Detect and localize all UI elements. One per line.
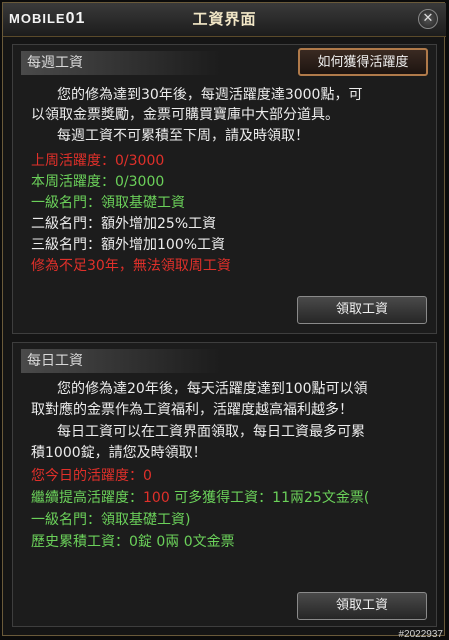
weekly-desc-2: 以領取金票獎勵，金票可購買寶庫中大部分道具。: [31, 107, 339, 123]
weekly-section-title: 每週工資: [21, 51, 221, 75]
how-to-get-activity-button[interactable]: 如何獲得活躍度: [298, 48, 428, 76]
daily-desc-2: 取對應的金票作為工資福利，活躍度越高福利越多！: [31, 402, 353, 418]
continue-suffix: 可多獲得工資：11兩25文金票(: [169, 490, 370, 506]
wage-window: MOBILE01 工資界面 ✕ 每週工資 如何獲得活躍度 您的修為達到30年後，…: [2, 2, 446, 636]
daily-desc-4: 積1000錠，請您及時領取！: [31, 445, 207, 461]
weekly-wage-panel: 每週工資 如何獲得活躍度 您的修為達到30年後，每週活躍度達3000點，可 以領…: [12, 44, 437, 334]
weekly-desc-3: 每週工資不可累積至下周，請及時領取！: [57, 128, 309, 144]
continue-prefix: 繼續提高活躍度：: [31, 490, 143, 506]
title-bar: MOBILE01 工資界面 ✕: [3, 3, 446, 37]
continue-activity-info: 繼續提高活躍度：100 可多獲得工資：11兩25文金票(: [31, 488, 426, 508]
last-week-activity: 上周活躍度：0/3000: [31, 153, 165, 169]
rank-3-info: 三級名門：額外增加100%工資: [31, 237, 226, 253]
weekly-warning: 修為不足30年，無法領取周工資: [31, 258, 231, 274]
weekly-claim-button[interactable]: 領取工資: [297, 296, 427, 324]
daily-desc-1: 您的修為達20年後，每天活躍度達到100點可以領: [57, 381, 368, 397]
this-week-activity: 本周活躍度：0/3000: [31, 174, 165, 190]
daily-wage-panel: 每日工資 您的修為達20年後，每天活躍度達到100點可以領 取對應的金票作為工資…: [12, 342, 437, 627]
daily-claim-button[interactable]: 領取工資: [297, 592, 427, 620]
daily-rank-note: 一級名門：領取基礎工資): [31, 512, 191, 528]
rank-1-info: 一級名門：領取基礎工資: [31, 195, 185, 211]
history-wage: 歷史累積工資：0錠 0兩 0文金票: [31, 534, 235, 550]
weekly-desc-1: 您的修為達到30年後，每週活躍度達3000點，可: [57, 87, 363, 103]
daily-section-title: 每日工資: [21, 349, 221, 373]
today-activity: 您今日的活躍度：0: [31, 468, 152, 484]
rank-2-info: 二級名門：額外增加25%工資: [31, 216, 217, 232]
daily-desc-3: 每日工資可以在工資界面領取，每日工資最多可累: [57, 424, 365, 440]
watermark-text: #2022937: [398, 629, 444, 640]
continue-value: 100: [143, 490, 170, 506]
close-icon[interactable]: ✕: [418, 9, 438, 29]
window-title: 工資界面: [192, 10, 257, 28]
